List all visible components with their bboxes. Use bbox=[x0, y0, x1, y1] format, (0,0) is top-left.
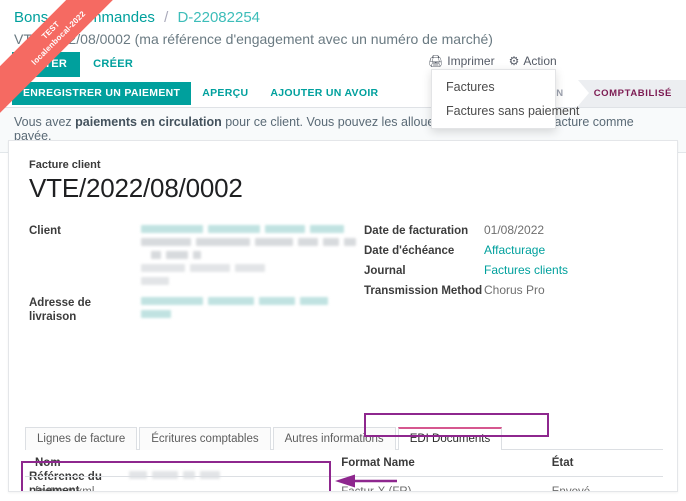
print-menu[interactable]: 🖨 Imprimer bbox=[428, 54, 495, 68]
printer-icon: 🖨 bbox=[428, 54, 444, 68]
field-due-date: Date d'échéance Affacturage bbox=[364, 243, 664, 258]
redacted-line bbox=[141, 223, 361, 234]
field-journal: Journal Factures clients bbox=[364, 263, 664, 278]
left-field-column: Client Adresse de livraison bbox=[29, 223, 356, 327]
alert-prefix: Vous avez bbox=[14, 115, 76, 129]
redacted-line bbox=[141, 308, 339, 319]
redacted-line bbox=[141, 236, 361, 247]
field-transmission-method: Transmission Method Chorus Pro bbox=[364, 283, 664, 298]
gear-icon: ⚙ bbox=[508, 54, 520, 68]
field-due-date-label: Date d'échéance bbox=[364, 245, 455, 257]
record-toolbar: EDITER CRÉER bbox=[12, 52, 146, 77]
field-client-label: Client bbox=[29, 225, 61, 237]
odoo-invoice-page: TEST localenbocal-2022 Bons de commandes… bbox=[0, 0, 686, 501]
edit-button[interactable]: EDITER bbox=[12, 52, 81, 77]
column-header-etat[interactable]: État bbox=[541, 450, 663, 477]
register-payment-button[interactable]: ENREGISTRER UN PAIEMENT bbox=[12, 82, 192, 105]
page-title: VTE/2022/08/0002 bbox=[29, 173, 243, 203]
status-stage-comptabilise[interactable]: COMPTABILISÉ bbox=[577, 80, 686, 107]
column-header-format[interactable]: Format Name bbox=[331, 450, 542, 477]
table-row[interactable]: factur-x.xml Factur-X (FR) Envoyé bbox=[25, 476, 663, 491]
tab-ecritures-comptables[interactable]: Écritures comptables bbox=[139, 427, 271, 450]
dropdown-item-factures[interactable]: Factures bbox=[432, 75, 555, 99]
notebook-tabs: Lignes de facture Écritures comptables A… bbox=[25, 426, 663, 451]
field-invoice-date-label: Date de facturation bbox=[364, 225, 469, 237]
field-delivery-address-label: Adresse de livraison bbox=[29, 297, 92, 323]
record-subtitle: VTE/2022/08/0002 (ma référence d'engagem… bbox=[14, 31, 493, 47]
cell-nom: factur-x.xml bbox=[25, 476, 332, 491]
redacted-line bbox=[141, 295, 339, 306]
edi-documents-table: Nom Format Name État factur-x.xml Factur… bbox=[25, 450, 663, 491]
action-menu[interactable]: ⚙ Action bbox=[509, 54, 557, 68]
tab-autres-informations[interactable]: Autres informations bbox=[272, 427, 396, 450]
right-field-column: Date de facturation 01/08/2022 Date d'éc… bbox=[364, 223, 664, 303]
tab-lignes-de-facture[interactable]: Lignes de facture bbox=[25, 427, 138, 450]
table-header-row: Nom Format Name État bbox=[25, 450, 663, 477]
print-menu-label: Imprimer bbox=[447, 54, 495, 68]
field-client-value-redacted[interactable] bbox=[141, 223, 361, 288]
add-credit-note-button[interactable]: AJOUTER UN AVOIR bbox=[259, 82, 389, 105]
breadcrumb-separator: / bbox=[164, 9, 169, 26]
redacted-line bbox=[141, 275, 361, 286]
redacted-line bbox=[141, 262, 361, 273]
redacted-line bbox=[141, 249, 361, 260]
cell-etat: Envoyé bbox=[541, 476, 663, 491]
print-dropdown-menu: Factures Factures sans paiement bbox=[431, 69, 579, 129]
field-journal-value[interactable]: Factures clients bbox=[484, 263, 664, 277]
field-invoice-date: Date de facturation 01/08/2022 bbox=[364, 223, 664, 238]
breadcrumb: Bons de commandes / D-22082254 bbox=[14, 9, 260, 26]
preview-button[interactable]: APERÇU bbox=[191, 82, 259, 105]
field-journal-label: Journal bbox=[364, 265, 406, 277]
record-menus: 🖨 Imprimer ⚙ Action bbox=[428, 54, 557, 68]
field-invoice-date-value[interactable]: 01/08/2022 bbox=[484, 223, 664, 237]
column-header-nom[interactable]: Nom bbox=[25, 450, 332, 477]
field-delivery-address-value-redacted[interactable] bbox=[141, 295, 339, 321]
field-transmission-method-value[interactable]: Chorus Pro bbox=[484, 283, 664, 297]
cell-format: Factur-X (FR) bbox=[331, 476, 542, 491]
invoice-sheet: Facture client VTE/2022/08/0002 Client A… bbox=[8, 140, 678, 492]
field-delivery-address: Adresse de livraison bbox=[29, 295, 339, 324]
dropdown-item-factures-sans-paiement[interactable]: Factures sans paiement bbox=[432, 99, 579, 123]
field-transmission-method-label: Transmission Method bbox=[364, 285, 483, 297]
action-menu-label: Action bbox=[523, 54, 557, 68]
alert-strong[interactable]: paiements en circulation bbox=[75, 115, 222, 129]
tab-edi-documents[interactable]: EDI Documents bbox=[397, 427, 503, 451]
breadcrumb-root-link[interactable]: Bons de commandes bbox=[14, 9, 155, 26]
breadcrumb-current[interactable]: D-22082254 bbox=[177, 9, 260, 26]
field-due-date-value[interactable]: Affacturage bbox=[484, 243, 664, 257]
create-button[interactable]: CRÉER bbox=[80, 52, 146, 77]
record-type-label: Facture client bbox=[29, 159, 101, 171]
field-client: Client bbox=[29, 223, 356, 288]
